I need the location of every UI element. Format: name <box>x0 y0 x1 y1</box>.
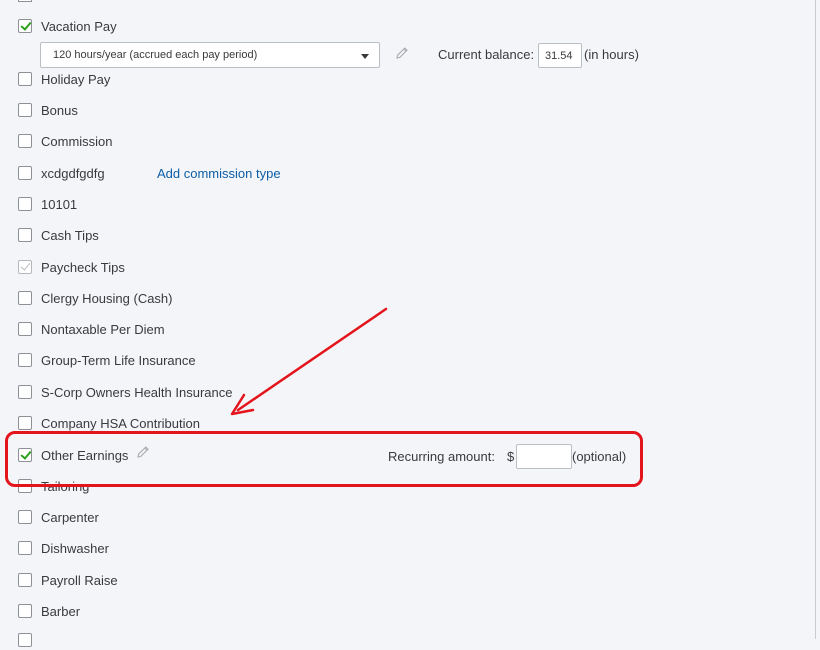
checkbox-tailoring[interactable] <box>18 479 32 493</box>
label-cash-tips: Cash Tips <box>41 227 99 243</box>
label-10101: 10101 <box>41 196 78 212</box>
checkbox-barber[interactable] <box>18 604 32 618</box>
checkbox-clergy-housing[interactable] <box>18 291 32 305</box>
checkbox-payroll-raise[interactable] <box>18 573 32 587</box>
label-paycheck-tips: Paycheck Tips <box>41 259 125 275</box>
pay-type-xcdgdfgdfg: xcdgdfgdfg <box>18 163 105 183</box>
chevron-down-icon <box>361 54 369 59</box>
checkbox-dishwasher[interactable] <box>18 541 32 555</box>
pay-type-dishwasher: Dishwasher <box>18 538 109 558</box>
checkbox-nontaxable-per-diem[interactable] <box>18 322 32 336</box>
label-holiday-pay: Holiday Pay <box>41 71 111 87</box>
label-payroll-raise: Payroll Raise <box>41 572 118 588</box>
pay-type-nontaxable-per-diem: Nontaxable Per Diem <box>18 319 165 339</box>
label-dishwasher: Dishwasher <box>41 540 109 556</box>
pay-type-10101: 10101 <box>18 194 77 214</box>
checkbox-holiday-pay[interactable] <box>18 72 32 86</box>
add-commission-type-link[interactable]: Add commission type <box>157 166 281 181</box>
pay-type-company-hsa: Company HSA Contribution <box>18 413 200 433</box>
label-tailoring: Tailoring <box>41 478 90 494</box>
label-company-hsa: Company HSA Contribution <box>41 415 200 431</box>
checkbox-paycheck-tips[interactable] <box>18 260 32 274</box>
recurring-amount-label: Recurring amount: <box>388 449 495 464</box>
pay-type-paycheck-tips: Paycheck Tips <box>18 257 125 277</box>
label-nontaxable-per-diem: Nontaxable Per Diem <box>41 321 165 337</box>
label-barber: Barber <box>41 603 81 619</box>
label-clergy-housing: Clergy Housing (Cash) <box>41 290 173 306</box>
vacation-policy-select-value: 120 hours/year (accrued each pay period) <box>53 49 258 61</box>
checkbox-carpenter[interactable] <box>18 510 32 524</box>
pencil-icon[interactable] <box>394 45 410 61</box>
currency-symbol: $ <box>507 449 515 464</box>
vacation-policy-select[interactable]: 120 hours/year (accrued each pay period) <box>40 42 380 68</box>
optional-hint: (optional) <box>572 449 627 464</box>
pay-type-holiday-pay: Holiday Pay <box>18 69 110 89</box>
label-commission: Commission <box>41 133 113 149</box>
balance-unit-label: (in hours) <box>584 47 639 62</box>
checkbox-s-corp-health[interactable] <box>18 385 32 399</box>
checkbox-commission[interactable] <box>18 134 32 148</box>
checkbox-cash-tips[interactable] <box>18 228 32 242</box>
checkbox-bonus[interactable] <box>18 103 32 117</box>
checkbox-10101[interactable] <box>18 197 32 211</box>
panel-right-border <box>815 0 816 639</box>
label-bonus: Bonus <box>41 102 78 118</box>
pay-type-payroll-raise: Payroll Raise <box>18 570 118 590</box>
checkbox-xcdgdfgdfg[interactable] <box>18 166 32 180</box>
checkbox-company-hsa[interactable] <box>18 416 32 430</box>
label-other-earnings: Other Earnings <box>41 447 129 463</box>
pay-type-cash-tips: Cash Tips <box>18 225 99 245</box>
checkbox-other-earnings[interactable] <box>18 448 32 462</box>
checkbox-group-term-life[interactable] <box>18 353 32 367</box>
pay-type-carpenter: Carpenter <box>18 507 99 527</box>
current-balance-input[interactable] <box>538 43 582 68</box>
pay-type-s-corp-health: S-Corp Owners Health Insurance <box>18 382 232 402</box>
pay-type-other-earnings: Other Earnings <box>18 445 128 465</box>
pay-type-group-term-life: Group-Term Life Insurance <box>18 350 196 370</box>
label-xcdgdfgdfg: xcdgdfgdfg <box>41 165 105 181</box>
checkbox-partial-bottom[interactable] <box>18 633 32 647</box>
label-s-corp-health: S-Corp Owners Health Insurance <box>41 384 233 400</box>
pay-type-partial-bottom <box>18 630 32 650</box>
label-vacation-pay: Vacation Pay <box>41 18 117 34</box>
recurring-amount-input[interactable] <box>516 444 572 469</box>
partial-checkbox-top[interactable] <box>18 0 32 2</box>
pay-type-vacation-pay: Vacation Pay <box>18 16 117 36</box>
pencil-icon[interactable] <box>135 444 151 460</box>
checkbox-vacation-pay[interactable] <box>18 19 32 33</box>
current-balance-label: Current balance: <box>438 47 535 62</box>
pay-type-commission: Commission <box>18 131 113 151</box>
label-group-term-life: Group-Term Life Insurance <box>41 352 196 368</box>
pay-type-tailoring: Tailoring <box>18 476 89 496</box>
pay-type-clergy-housing: Clergy Housing (Cash) <box>18 288 173 308</box>
pay-type-barber: Barber <box>18 601 80 621</box>
pay-type-bonus: Bonus <box>18 100 78 120</box>
label-carpenter: Carpenter <box>41 509 99 525</box>
